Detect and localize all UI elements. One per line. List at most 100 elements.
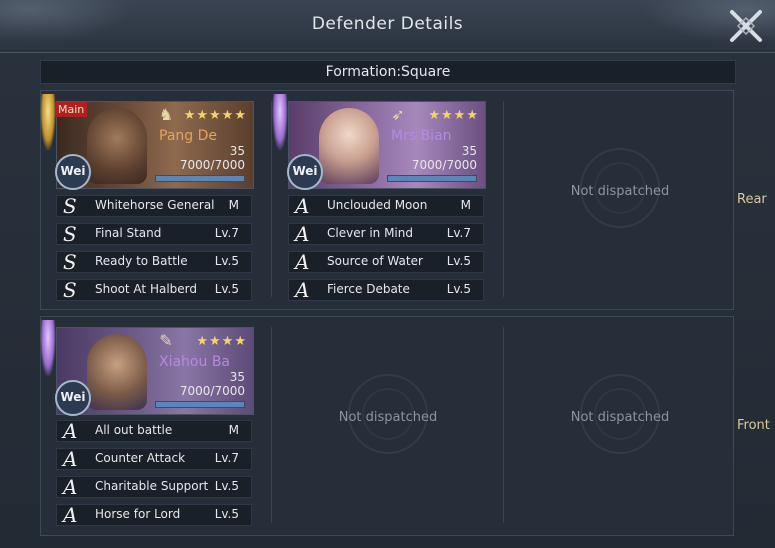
skill-level: M [228, 423, 239, 437]
skill-grade: S [63, 194, 77, 218]
skill-level: Lv.5 [214, 479, 239, 493]
slot-divider [271, 327, 272, 523]
hero-level: 35 [229, 144, 245, 158]
skill-row[interactable]: A Source of Water Lv.5 [288, 250, 484, 274]
skill-level: M [460, 198, 471, 212]
main-commander-tag: Main [55, 102, 88, 117]
skill-name: Unclouded Moon [327, 198, 428, 212]
close-button[interactable] [722, 4, 770, 48]
row-label-front: Front [737, 418, 770, 433]
skill-name: Whitehorse General [95, 198, 215, 212]
troop-bar-fill [156, 176, 244, 181]
skill-grade: S [63, 250, 77, 274]
skill-name: Charitable Support [95, 479, 209, 493]
skill-row[interactable]: A Fierce Debate Lv.5 [288, 278, 484, 302]
hero-card-xiahou-ba[interactable]: ✎ ★★★★ Xiahou Ba 35 7000/7000 Wei [55, 327, 254, 416]
skill-name: All out battle [95, 423, 173, 437]
skill-list: S Whitehorse General M S Final Stand Lv.7 S R… [56, 194, 252, 307]
skill-grade: A [63, 447, 78, 471]
rank-ornament [272, 94, 288, 152]
skill-row[interactable]: S Final Stand Lv.7 [56, 222, 252, 246]
hero-face [87, 108, 147, 184]
rank-ornament [40, 320, 56, 378]
skill-grade: A [63, 475, 78, 499]
faction-badge: Wei [287, 154, 323, 190]
skill-grade: S [63, 222, 77, 246]
skill-row[interactable]: S Whitehorse General M [56, 194, 252, 218]
skill-row[interactable]: A Clever in Mind Lv.7 [288, 222, 484, 246]
defender-details-window: Defender Details Formation:Square Rear F… [0, 0, 775, 548]
skill-grade: S [63, 278, 77, 302]
skill-name: Shoot At Halberd [95, 282, 197, 296]
troop-bar-fill [156, 402, 244, 407]
skill-row[interactable]: A All out battle M [56, 419, 252, 443]
skill-level: Lv.5 [214, 282, 239, 296]
skill-grade: A [63, 419, 78, 443]
hero-card-pang-de[interactable]: Main ♞ ★★★★★ Pang De 35 7000/7000 Wei [55, 101, 254, 190]
formation-label: Formation:Square [40, 60, 736, 84]
empty-slot-label: Not dispatched [570, 410, 670, 425]
slot-divider [503, 101, 504, 297]
skill-level: Lv.7 [214, 226, 239, 240]
skill-row[interactable]: A Unclouded Moon M [288, 194, 484, 218]
troop-bar-fill [388, 176, 476, 181]
hero-card-mrs-bian[interactable]: ➶ ★★★★ Mrs Bian 35 7000/7000 Wei [287, 101, 486, 190]
hero-troops: 7000/7000 [179, 384, 245, 398]
skill-level: Lv.5 [446, 254, 471, 268]
empty-slot-front-3[interactable]: Not dispatched [520, 374, 720, 500]
skill-list: A All out battle M A Counter Attack Lv.7 A Ch… [56, 419, 252, 532]
skill-row[interactable]: A Horse for Lord Lv.5 [56, 503, 252, 527]
skill-grade: A [295, 278, 310, 302]
hero-level: 35 [461, 144, 477, 158]
faction-badge: Wei [55, 154, 91, 190]
skill-row[interactable]: A Charitable Support Lv.5 [56, 475, 252, 499]
skill-list: A Unclouded Moon M A Clever in Mind Lv.7 A So… [288, 194, 484, 307]
troop-bar [155, 401, 245, 408]
skill-row[interactable]: S Ready to Battle Lv.5 [56, 250, 252, 274]
hero-troops: 7000/7000 [411, 158, 477, 172]
rank-ornament [40, 94, 56, 152]
skill-name: Counter Attack [95, 451, 186, 465]
skill-level: Lv.7 [446, 226, 471, 240]
bow-icon: ➶ [391, 105, 405, 124]
hero-name: Mrs Bian [391, 128, 452, 144]
faction-badge: Wei [55, 380, 91, 416]
star-rating: ★★★★ [196, 334, 247, 349]
row-label-rear: Rear [737, 192, 767, 207]
star-rating: ★★★★★ [183, 108, 247, 123]
hero-troops: 7000/7000 [179, 158, 245, 172]
hero-name: Pang De [159, 128, 217, 144]
skill-grade: A [63, 503, 78, 527]
spear-icon: ✎ [159, 331, 173, 350]
hero-name: Xiahou Ba [159, 354, 231, 370]
troop-bar [155, 175, 245, 182]
hero-face [319, 108, 379, 184]
cavalry-icon: ♞ [158, 105, 174, 124]
skill-level: Lv.5 [214, 507, 239, 521]
empty-slot-rear-3[interactable]: Not dispatched [520, 148, 720, 274]
window-title: Defender Details [311, 14, 464, 34]
skill-grade: A [295, 194, 310, 218]
hero-face [87, 334, 147, 410]
skill-name: Horse for Lord [95, 507, 181, 521]
skill-level: Lv.5 [446, 282, 471, 296]
empty-slot-label: Not dispatched [338, 410, 438, 425]
troop-bar [387, 175, 477, 182]
skill-row[interactable]: S Shoot At Halberd Lv.5 [56, 278, 252, 302]
skill-grade: A [295, 250, 310, 274]
skill-name: Ready to Battle [95, 254, 188, 268]
skill-row[interactable]: A Counter Attack Lv.7 [56, 447, 252, 471]
skill-grade: A [295, 222, 310, 246]
empty-slot-label: Not dispatched [570, 184, 670, 199]
title-bar: Defender Details [0, 0, 775, 53]
skill-name: Fierce Debate [327, 282, 410, 296]
skill-name: Final Stand [95, 226, 162, 240]
empty-slot-front-2[interactable]: Not dispatched [288, 374, 488, 500]
star-rating: ★★★★ [428, 108, 479, 123]
skill-name: Clever in Mind [327, 226, 413, 240]
skill-level: Lv.7 [214, 451, 239, 465]
skill-level: M [228, 198, 239, 212]
slot-divider [503, 327, 504, 523]
close-icon [730, 10, 762, 42]
skill-name: Source of Water [327, 254, 423, 268]
